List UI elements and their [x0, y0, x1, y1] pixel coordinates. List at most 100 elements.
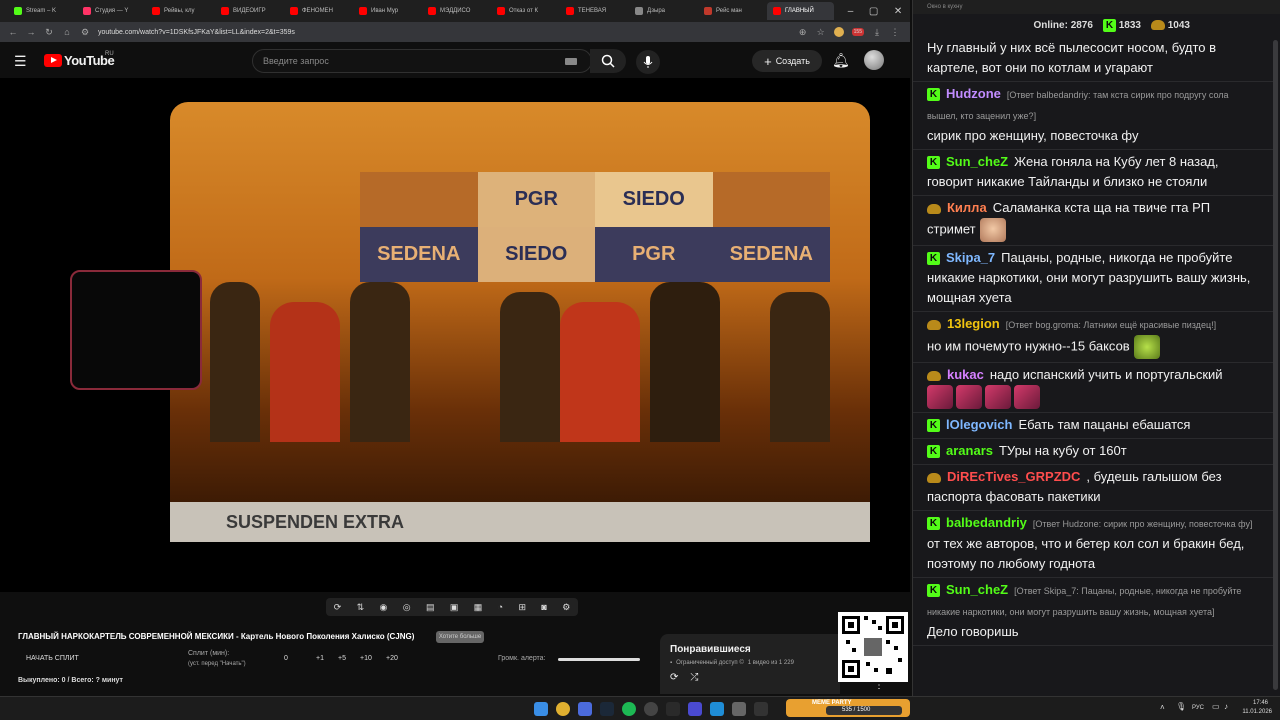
eye-icon[interactable]: ◎: [403, 602, 411, 613]
clock-date[interactable]: 11.01.2026: [1238, 709, 1272, 715]
chat-message-text: сирик про женщину, повесточка фу: [927, 128, 1139, 143]
search-button[interactable]: [590, 49, 626, 73]
browser-tab[interactable]: МЭДДИСО: [422, 2, 489, 20]
notifications-bell-icon[interactable]: 🔔︎: [832, 52, 850, 69]
lock-icon: ▪: [670, 660, 673, 666]
browser-tab[interactable]: Stream – K: [8, 2, 75, 20]
clock-time[interactable]: 17:46: [1238, 700, 1268, 706]
playlist-loop-icon[interactable]: ⟳: [670, 672, 678, 683]
youtube-logo-icon[interactable]: [44, 54, 62, 67]
forward-icon[interactable]: →: [26, 27, 36, 37]
create-label: Создать: [775, 56, 810, 66]
chat-username[interactable]: Sun_cheZ: [946, 582, 1008, 597]
tab-favicon-icon: [635, 7, 643, 15]
speed-icon[interactable]: ◔: [498, 602, 503, 612]
online-count: 2876: [1070, 19, 1093, 31]
chat-username[interactable]: lOlegovich: [946, 417, 1012, 432]
increment-20-button[interactable]: +20: [386, 655, 398, 662]
maximize-icon[interactable]: ▢: [869, 6, 878, 17]
steam-icon[interactable]: [600, 702, 614, 716]
browser-tab[interactable]: Дзыра: [629, 2, 696, 20]
chat-username[interactable]: DiREcTives_GRPZDC: [947, 469, 1080, 484]
shuffle-icon[interactable]: ⤮: [690, 672, 698, 683]
back-icon[interactable]: ←: [8, 27, 18, 37]
volume-icon[interactable]: ♪: [1224, 702, 1228, 711]
network-icon[interactable]: ▭: [1212, 702, 1220, 711]
frames-icon[interactable]: ▦: [474, 602, 483, 613]
browser-tab[interactable]: ГЛАВНЫЙ: [767, 2, 834, 20]
search-input[interactable]: Введите запрос: [252, 49, 592, 73]
liked-playlist-panel[interactable]: Понравившиеся ▪ Ограниченный доступ © 1 …: [660, 634, 840, 694]
bookmark-icon[interactable]: ☆: [816, 27, 826, 38]
browser-tab[interactable]: Рейс ман: [698, 2, 765, 20]
obs-icon[interactable]: [644, 702, 658, 716]
increment-1-button[interactable]: +1: [316, 655, 324, 662]
browser-tab[interactable]: Иван Мур: [353, 2, 420, 20]
increment-5-button[interactable]: +5: [338, 655, 346, 662]
start-icon[interactable]: [534, 702, 548, 716]
discord-icon[interactable]: [578, 702, 592, 716]
chat-username[interactable]: Килла: [947, 200, 987, 215]
download-icon[interactable]: ⤓: [872, 27, 882, 38]
add-clip-icon[interactable]: ⊞: [518, 602, 526, 613]
screenshot-icon[interactable]: ◙: [541, 602, 546, 612]
film-icon[interactable]: ▤: [426, 602, 435, 613]
split-value[interactable]: 0: [284, 655, 288, 662]
voice-search-button[interactable]: [636, 50, 660, 74]
chrome-icon[interactable]: [556, 702, 570, 716]
chat-username[interactable]: Skipa_7: [946, 250, 995, 265]
app-icon-2[interactable]: [732, 702, 746, 716]
browser-tab[interactable]: ВИДЕОИГР: [215, 2, 282, 20]
close-icon[interactable]: ✕: [894, 6, 902, 17]
minimize-icon[interactable]: –: [848, 6, 854, 17]
picture-in-picture-icon[interactable]: ▣: [450, 602, 459, 613]
browser-tab[interactable]: ТЕНЕВАЯ: [560, 2, 627, 20]
browser-tab[interactable]: Отказ от К: [491, 2, 558, 20]
microphone-icon: [643, 56, 653, 68]
zoom-icon[interactable]: ⊕: [798, 27, 808, 38]
chat-username[interactable]: Hudzone: [946, 86, 1001, 101]
start-split-button[interactable]: НАЧАТЬ СПЛИТ: [26, 655, 79, 662]
media-player-icon[interactable]: [688, 702, 702, 716]
url-field[interactable]: youtube.com/watch?v=1DSKfsJFKaY&list=LL&…: [98, 29, 790, 36]
chat-username[interactable]: Sun_cheZ: [946, 154, 1008, 169]
chat-username[interactable]: 13legion: [947, 316, 1000, 331]
telegram-icon[interactable]: [710, 702, 724, 716]
keyboard-icon[interactable]: [565, 58, 577, 65]
chat-username[interactable]: balbedandriy: [946, 515, 1027, 530]
video-player[interactable]: PGR SIEDO SEDENA SIEDO PGR SEDENA SUSPEN…: [0, 78, 910, 592]
chat-message: Karanars ТУры на кубу от 160т: [913, 439, 1273, 465]
tab-favicon-icon: [290, 7, 298, 15]
hamburger-icon[interactable]: ☰: [14, 53, 27, 70]
loop-icon[interactable]: ⟳: [334, 602, 342, 613]
increment-10-button[interactable]: +10: [360, 655, 372, 662]
extension-icon[interactable]: [833, 27, 844, 37]
app-icon-3[interactable]: [754, 702, 768, 716]
settings-gear-icon[interactable]: ⚙: [562, 602, 570, 613]
chat-message: 13legion [Ответ bog.groma: Латники ещё кр…: [913, 312, 1273, 363]
alert-volume-slider[interactable]: [558, 658, 640, 661]
broadcast-icon[interactable]: ◉: [380, 602, 388, 613]
chat-username[interactable]: kukac: [947, 367, 984, 382]
avatar[interactable]: [864, 50, 884, 70]
create-button[interactable]: + Создать: [752, 50, 822, 72]
browser-tab[interactable]: Рейвы, клу: [146, 2, 213, 20]
sort-icon[interactable]: ⇅: [357, 602, 365, 613]
browser-tab[interactable]: Студия — Y: [77, 2, 144, 20]
tray-up-icon[interactable]: ˄: [1160, 703, 1165, 712]
language-indicator[interactable]: РУС: [1192, 705, 1204, 711]
chat-scrollbar[interactable]: [1273, 40, 1278, 690]
tab-label: Stream – K: [26, 8, 57, 14]
more-badge[interactable]: Хотите больше: [436, 631, 484, 643]
chat-username[interactable]: aranars: [946, 443, 993, 458]
extra-emote-icon: [1150, 19, 1165, 30]
site-info-icon[interactable]: ⚙: [80, 27, 90, 38]
home-icon[interactable]: ⌂: [62, 27, 72, 37]
menu-icon[interactable]: ⋮: [890, 27, 900, 38]
mic-tray-icon[interactable]: 🎙︎: [1176, 702, 1186, 711]
spotify-icon[interactable]: [622, 702, 636, 716]
meme-party-widget[interactable]: MEME PARTY 535 / 1500: [786, 699, 910, 717]
reload-icon[interactable]: ↻: [44, 27, 54, 38]
app-icon[interactable]: [666, 702, 680, 716]
browser-tab[interactable]: ФЕНОМЕН: [284, 2, 351, 20]
